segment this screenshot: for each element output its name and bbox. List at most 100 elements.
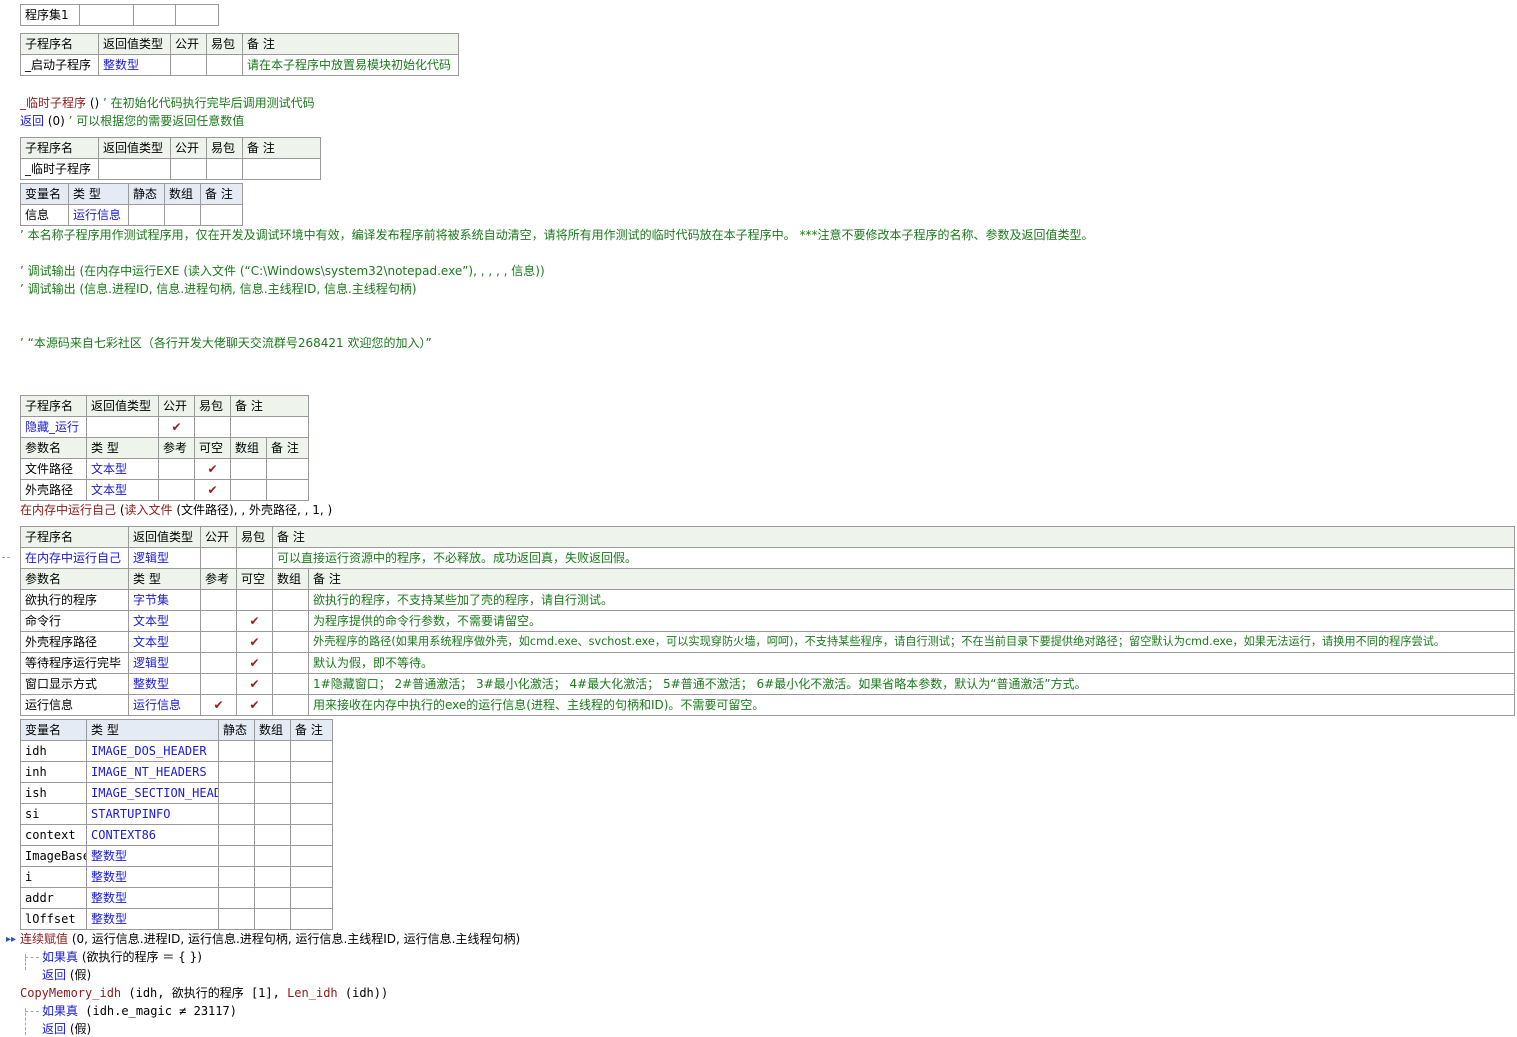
param-type[interactable]: 整数型: [128, 673, 201, 695]
check-icon: ✔: [249, 698, 260, 712]
sub-return-type[interactable]: 逻辑型: [128, 547, 201, 569]
code-line-assign[interactable]: 连续赋值 (0, 运行信息.进程ID, 运行信息.进程句柄, 运行信息.主线程I…: [20, 931, 520, 947]
check-icon: ✔: [249, 677, 260, 691]
param-note[interactable]: 1#隐藏窗口； 2#普通激活； 3#最小化激活； 4#最大化激活； 5#普通不激…: [307, 673, 1516, 695]
var-name[interactable]: i: [20, 866, 87, 888]
code-line-run-in-memory[interactable]: 在内存中运行自己 (读入文件 (文件路径), , 外壳路径, , 1, ): [20, 502, 332, 518]
param-note[interactable]: 外壳程序的路径(如果用系统程序做外壳，如cmd.exe、svchost.exe，…: [307, 631, 1516, 653]
mem-var-table: 变量名 类 型 静态 数组 备 注 idh IMAGE_DOS_HEADER in…: [20, 719, 333, 930]
param-note[interactable]: 用来接收在内存中执行的exe的运行信息(进程、主线程的句柄和ID)。不需要可留空…: [307, 694, 1516, 716]
sub-return-type[interactable]: 整数型: [98, 54, 171, 76]
comment-line[interactable]: ’ 本名称子程序用作测试程序用，仅在开发及调试环境中有效，编译发布程序前将被系统…: [20, 227, 1093, 243]
param-name[interactable]: 外壳路径: [20, 479, 87, 501]
temp-var-table: 变量名 类 型 静态 数组 备 注 信息 运行信息: [20, 183, 243, 226]
check-icon: ✔: [213, 698, 224, 712]
comment-line[interactable]: ’ 调试输出 (在内存中运行EXE (读入文件 (“C:\Windows\sys…: [20, 263, 545, 279]
param-name[interactable]: 命令行: [20, 610, 129, 632]
col-array: 数组: [230, 437, 267, 459]
var-name[interactable]: idh: [20, 740, 87, 762]
var-type[interactable]: IMAGE_NT_HEADERS: [86, 761, 219, 783]
sub-name[interactable]: _临时子程序: [20, 158, 99, 180]
var-type[interactable]: 整数型: [86, 887, 219, 909]
sub-name[interactable]: 在内存中运行自己: [20, 547, 129, 569]
var-type[interactable]: 整数型: [86, 866, 219, 888]
var-name[interactable]: inh: [20, 761, 87, 783]
param-type[interactable]: 文本型: [128, 610, 201, 632]
col-note: 备 注: [265, 437, 310, 459]
col-sub-name: 子程序名: [20, 526, 129, 548]
sub-name[interactable]: 隐藏_运行: [20, 416, 87, 438]
param-type[interactable]: 逻辑型: [128, 652, 201, 674]
var-type[interactable]: IMAGE_SECTION_HEADER: [86, 782, 219, 804]
param-type[interactable]: 文本型: [86, 458, 159, 480]
param-name[interactable]: 外壳程序路径: [20, 631, 129, 653]
var-name[interactable]: context: [20, 824, 87, 846]
col-note: 备 注: [307, 568, 1516, 590]
assembly-name[interactable]: 程序集1: [20, 4, 80, 26]
var-name[interactable]: addr: [20, 887, 87, 909]
var-name[interactable]: si: [20, 803, 87, 825]
col-note: 备 注: [242, 137, 321, 159]
param-type[interactable]: 文本型: [128, 631, 201, 653]
param-name[interactable]: 运行信息: [20, 694, 129, 716]
check-icon: ✔: [249, 635, 260, 649]
col-note: 备 注: [290, 719, 333, 741]
param-name[interactable]: 文件路径: [20, 458, 87, 480]
var-type[interactable]: 整数型: [86, 908, 219, 930]
code-line-if[interactable]: 如果真 (欲执行的程序 ＝ { }): [42, 949, 202, 965]
var-type[interactable]: STARTUPINFO: [86, 803, 219, 825]
var-type[interactable]: CONTEXT86: [86, 824, 219, 846]
check-icon: ✔: [207, 483, 218, 497]
code-line-return[interactable]: 返回 (假): [42, 967, 91, 983]
col-epackage: 易包: [194, 395, 231, 417]
var-name[interactable]: 信息: [20, 204, 69, 226]
param-note[interactable]: 默认为假，即不等待。: [307, 652, 1516, 674]
code-line-call-temp[interactable]: _临时子程序 () ’ 在初始化代码执行完毕后调用测试代码: [20, 95, 315, 111]
param-type[interactable]: 文本型: [86, 479, 159, 501]
var-name[interactable]: ish: [20, 782, 87, 804]
keyword: 如果真: [42, 1004, 79, 1018]
col-array: 数组: [164, 183, 201, 205]
call-name: _临时子程序: [20, 96, 87, 110]
col-note: 备 注: [200, 183, 243, 205]
param-row: 外壳程序路径 文本型 ✔ 外壳程序的路径(如果用系统程序做外壳，如cmd.exe…: [20, 631, 1516, 653]
var-name[interactable]: ImageBase: [20, 845, 87, 867]
col-array: 数组: [272, 568, 309, 590]
comment-line[interactable]: ’ “本源码来自七彩社区（各行开发大佬聊天交流群号268421 欢迎您的加入）”: [20, 335, 432, 351]
sub-note[interactable]: 可以直接运行资源中的程序，不必释放。成功返回真，失败返回假。: [271, 547, 1516, 569]
temp-sub-table: 子程序名 返回值类型 公开 易包 备 注 _临时子程序: [20, 137, 321, 180]
var-type[interactable]: 运行信息: [68, 204, 129, 226]
keyword: 如果真: [42, 950, 79, 964]
param-name[interactable]: 等待程序运行完毕: [20, 652, 129, 674]
param-note[interactable]: 欲执行的程序，不支持某些加了壳的程序，请自行测试。: [307, 589, 1516, 611]
var-type[interactable]: 整数型: [86, 845, 219, 867]
var-type[interactable]: IMAGE_DOS_HEADER: [86, 740, 219, 762]
call-name: Len_idh: [287, 986, 338, 1000]
param-name[interactable]: 窗口显示方式: [20, 673, 129, 695]
param-name[interactable]: 欲执行的程序: [20, 589, 129, 611]
code-line-return[interactable]: 返回 (0) ’ 可以根据您的需要返回任意数值: [20, 113, 244, 129]
var-name[interactable]: lOffset: [20, 908, 87, 930]
sub-name[interactable]: _启动子程序: [20, 54, 99, 76]
assembly-table: 程序集1: [20, 4, 219, 26]
param-type[interactable]: 运行信息: [128, 694, 201, 716]
sub-note[interactable]: 请在本子程序中放置易模块初始化代码: [242, 54, 459, 76]
col-static: 静态: [218, 719, 255, 741]
code-line-copymemory[interactable]: CopyMemory_idh (idh, 欲执行的程序 [1], Len_idh…: [20, 985, 388, 1001]
col-param-name: 参数名: [20, 568, 129, 590]
col-type: 类 型: [128, 568, 201, 590]
col-var-name: 变量名: [20, 719, 87, 741]
param-type[interactable]: 字节集: [128, 589, 201, 611]
param-row: 等待程序运行完毕 逻辑型 ✔ 默认为假，即不等待。: [20, 652, 1516, 674]
param-row: 欲执行的程序 字节集 欲执行的程序，不支持某些加了壳的程序，请自行测试。: [20, 589, 1516, 611]
col-return-type: 返回值类型: [98, 137, 171, 159]
param-row: 运行信息 运行信息 ✔ ✔ 用来接收在内存中执行的exe的运行信息(进程、主线程…: [20, 694, 1516, 716]
param-note[interactable]: 为程序提供的命令行参数，不需要请留空。: [307, 610, 1516, 632]
code-line-if[interactable]: 如果真 (idh.e_magic ≠ 23117): [42, 1003, 237, 1019]
comment-line[interactable]: ’ 调试输出 (信息.进程ID, 信息.进程句柄, 信息.主线程ID, 信息.主…: [20, 281, 417, 297]
col-param-name: 参数名: [20, 437, 87, 459]
col-epackage: 易包: [206, 33, 243, 55]
call-name: CopyMemory_idh: [20, 986, 122, 1000]
col-sub-name: 子程序名: [20, 137, 99, 159]
breakpoint-arrow-icon[interactable]: ▸▸: [6, 933, 16, 947]
